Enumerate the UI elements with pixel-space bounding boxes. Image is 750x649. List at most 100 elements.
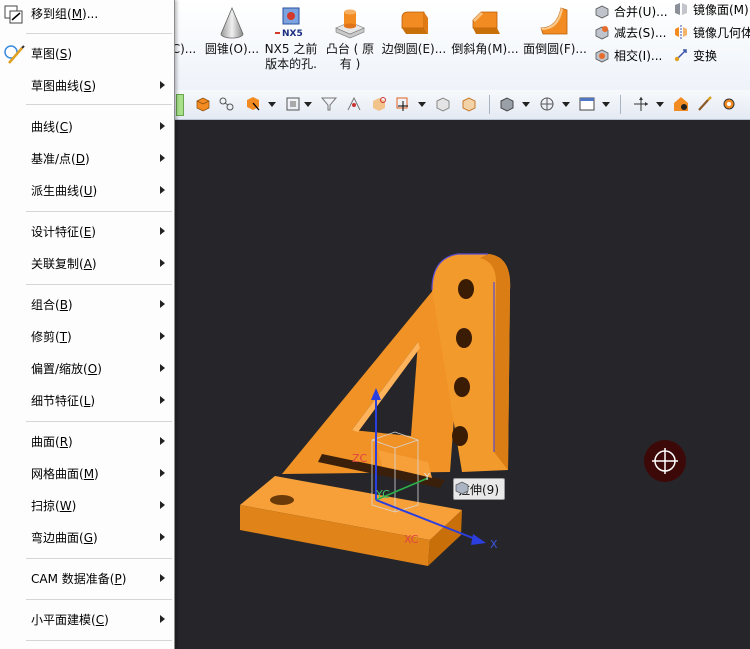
submenu-arrow-icon xyxy=(160,615,165,623)
feature-tooltip: 拉伸(9) xyxy=(453,478,505,500)
menu-item-sketch[interactable]: 草图(S) xyxy=(0,40,174,66)
shaded-view-dropdown[interactable] xyxy=(522,102,530,107)
box-icon[interactable] xyxy=(434,95,452,113)
filter-icon[interactable] xyxy=(320,95,338,113)
menu-item-offset-scale[interactable]: 偏置/缩放(O) xyxy=(0,355,174,381)
arm-hole-4 xyxy=(452,426,468,446)
move-to-group-icon xyxy=(4,5,23,24)
move-icon[interactable] xyxy=(632,95,650,113)
submenu-arrow-icon xyxy=(160,227,165,235)
arm-hole-1 xyxy=(458,279,474,299)
transform-icon xyxy=(674,49,687,62)
submenu-arrow-icon xyxy=(160,81,165,89)
mirror-geometry-icon xyxy=(675,25,687,39)
intersect-icon xyxy=(595,49,609,63)
mirror-geometry-button[interactable]: 镜像几何体 xyxy=(673,21,750,43)
settings-gear-icon[interactable] xyxy=(720,95,738,113)
unite-button[interactable]: 合并(U)... xyxy=(594,0,668,22)
submenu-arrow-icon xyxy=(160,574,165,582)
unite-icon xyxy=(595,5,609,19)
nx5-hole-button[interactable]: NX5 NX5 之前 版本的孔. xyxy=(263,4,319,72)
filter-end-marker xyxy=(176,94,184,116)
sketch-icon xyxy=(4,45,25,64)
face-blend-button[interactable]: 面倒圆(F)... xyxy=(522,4,588,57)
window-icon[interactable] xyxy=(578,95,596,113)
submenu-arrow-icon xyxy=(160,364,165,372)
snap-center-icon[interactable] xyxy=(394,95,412,113)
submenu-arrow-icon xyxy=(160,186,165,194)
mirror-face-icon xyxy=(675,3,687,15)
hole-icon: NX5 xyxy=(275,7,303,39)
base-mount-hole xyxy=(270,495,294,505)
menu-item-design-feature[interactable]: 设计特征(E) xyxy=(0,218,174,244)
menu-item-sketch-curve[interactable]: 草图曲线(S) xyxy=(0,72,174,98)
submenu-arrow-icon xyxy=(160,122,165,130)
arm-hole-2 xyxy=(456,328,472,348)
snap-midpoint-icon[interactable] xyxy=(345,95,363,113)
edge-blend-icon xyxy=(401,11,428,34)
crosshair-icon xyxy=(652,448,678,474)
menu-item-move-to-group[interactable]: 移到组(M)... xyxy=(0,0,174,26)
zc-axis-label: ZC xyxy=(352,452,368,465)
cone-button[interactable]: 圆锥(O)... xyxy=(203,4,261,57)
menu-item-curve[interactable]: 曲线(C) xyxy=(0,113,174,139)
cone-icon xyxy=(220,6,244,39)
brush-icon[interactable] xyxy=(696,95,714,113)
box-outline-icon[interactable] xyxy=(460,95,478,113)
component-dropdown[interactable] xyxy=(304,102,312,107)
select-feature-icon[interactable] xyxy=(244,95,262,113)
chamfer-icon xyxy=(472,11,500,34)
submenu-arrow-icon xyxy=(160,332,165,340)
extrude-icon xyxy=(455,481,469,495)
x-axis-label: X xyxy=(490,538,498,551)
chamfer-button[interactable]: 倒斜角(M)... xyxy=(451,4,519,57)
component-icon[interactable] xyxy=(284,95,302,113)
submenu-arrow-icon xyxy=(160,154,165,162)
submenu-arrow-icon xyxy=(160,437,165,445)
submenu-arrow-icon xyxy=(160,469,165,477)
menu-item-derived-curve[interactable]: 派生曲线(U) xyxy=(0,177,174,203)
move-dropdown[interactable] xyxy=(656,102,664,107)
subtract-button[interactable]: 减去(S)... xyxy=(594,21,666,43)
xc-axis-label: XC xyxy=(404,533,419,546)
submenu-arrow-icon xyxy=(160,300,165,308)
orange-house-icon[interactable] xyxy=(672,95,690,113)
menu-item-trim[interactable]: 修剪(T) xyxy=(0,323,174,349)
subtract-icon xyxy=(595,26,609,40)
menu-item-cam-data-prep[interactable]: CAM 数据准备(P) xyxy=(0,565,174,591)
feature-icon[interactable] xyxy=(218,95,236,113)
menu-item-surface[interactable]: 曲面(R) xyxy=(0,428,174,454)
solid-body-icon[interactable] xyxy=(194,95,212,113)
boss-button[interactable]: 凸台 ( 原 有 ) xyxy=(322,4,378,72)
boss-icon xyxy=(335,9,365,39)
view-orientation-dropdown[interactable] xyxy=(562,102,570,107)
snap-dropdown[interactable] xyxy=(418,102,426,107)
edge-blend-button[interactable]: 边倒圆(E)... xyxy=(380,4,448,57)
yc-axis-label: YC xyxy=(375,488,390,501)
transform-button[interactable]: 变换 xyxy=(673,44,717,66)
submenu-arrow-icon xyxy=(160,533,165,541)
submenu-arrow-icon xyxy=(160,501,165,509)
window-dropdown[interactable] xyxy=(602,102,610,107)
select-feature-dropdown[interactable] xyxy=(268,102,276,107)
view-orientation-icon[interactable] xyxy=(538,95,556,113)
menu-item-flange-surface[interactable]: 弯边曲面(G) xyxy=(0,524,174,550)
menu-item-combine[interactable]: 组合(B) xyxy=(0,291,174,317)
view-center-target[interactable] xyxy=(644,440,686,482)
menu-item-facet-modeling[interactable]: 小平面建模(C) xyxy=(0,606,174,632)
menu-item-sweep[interactable]: 扫掠(W) xyxy=(0,492,174,518)
menu-item-detail-feature[interactable]: 细节特征(L) xyxy=(0,387,174,413)
face-blend-icon xyxy=(540,7,568,35)
submenu-arrow-icon xyxy=(160,259,165,267)
intersect-button[interactable]: 相交(I)... xyxy=(594,44,662,66)
arm-hole-3 xyxy=(454,377,470,397)
mirror-face-button[interactable]: 镜像面(M) xyxy=(673,0,749,20)
menu-item-datum-point[interactable]: 基准/点(D) xyxy=(0,145,174,171)
snap-point-icon[interactable] xyxy=(370,95,388,113)
menu-item-associative-copy[interactable]: 关联复制(A) xyxy=(0,250,174,276)
menu-item-mesh-surface[interactable]: 网格曲面(M) xyxy=(0,460,174,486)
y-axis-label: Y xyxy=(423,472,431,483)
insert-context-menu: 移到组(M)... 草图(S) 草图曲线(S) 曲线(C) 基准/点(D) 派生… xyxy=(0,0,175,649)
submenu-arrow-icon xyxy=(160,396,165,404)
shaded-view-icon[interactable] xyxy=(498,95,516,113)
